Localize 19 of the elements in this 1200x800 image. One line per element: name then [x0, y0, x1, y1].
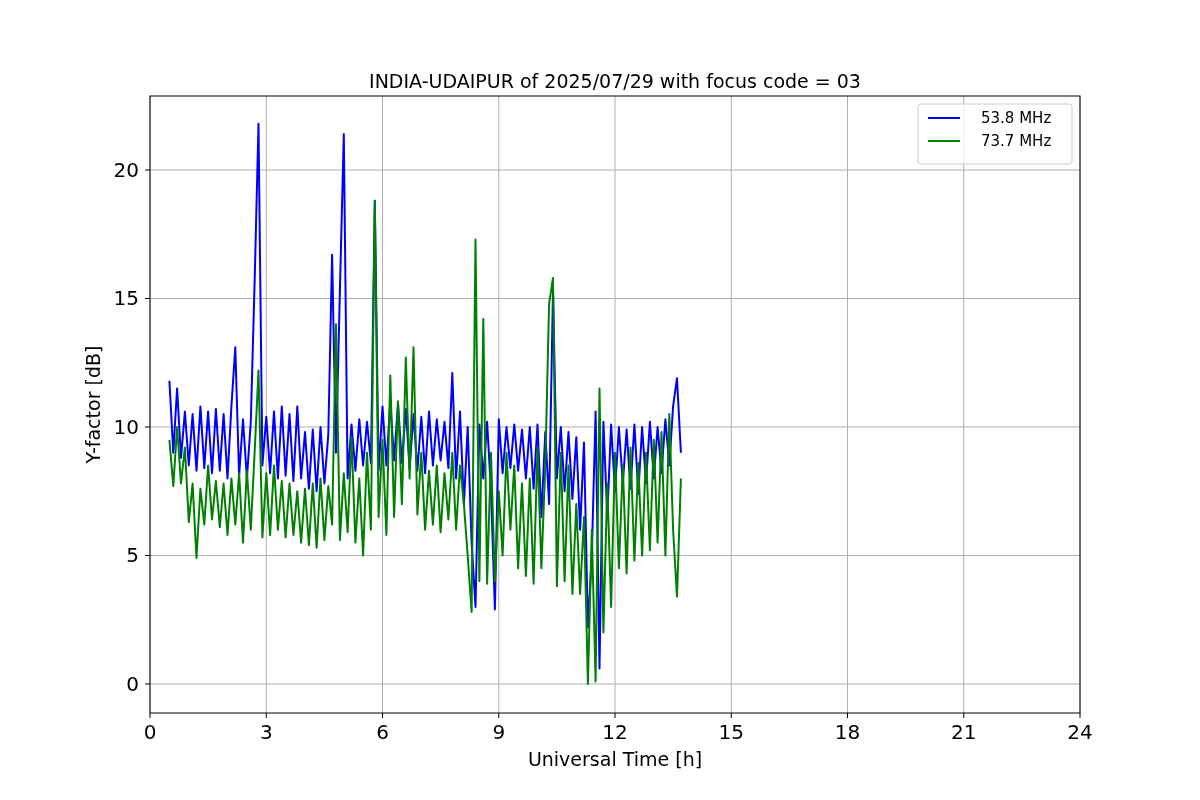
tick-label: 15	[718, 720, 744, 744]
tick-label: 18	[834, 720, 861, 744]
tick-label: 12	[602, 720, 628, 744]
legend-label: 53.8 MHz	[981, 109, 1052, 127]
tick-label: 15	[113, 286, 139, 311]
tick-label: 0	[126, 671, 139, 696]
tick-label: 20	[113, 158, 139, 182]
x-axis-label: Universal Time [h]	[527, 748, 703, 770]
legend-label: 73.7 MHz	[981, 132, 1052, 150]
tick-label: 9	[492, 720, 506, 744]
tick-label: 10	[113, 415, 139, 439]
chart-title: INDIA-UDAIPUR of 2025/07/29 with focus code = 03	[369, 70, 861, 92]
tick-label: 24	[1067, 720, 1093, 744]
tick-label: 0	[143, 720, 157, 744]
tick-label: 6	[376, 720, 389, 744]
y-axis-label: Y-factor [dB]	[82, 345, 104, 464]
tick-label: 5	[126, 543, 139, 568]
tick-label: 21	[951, 720, 977, 744]
tick-label: 3	[259, 720, 273, 744]
